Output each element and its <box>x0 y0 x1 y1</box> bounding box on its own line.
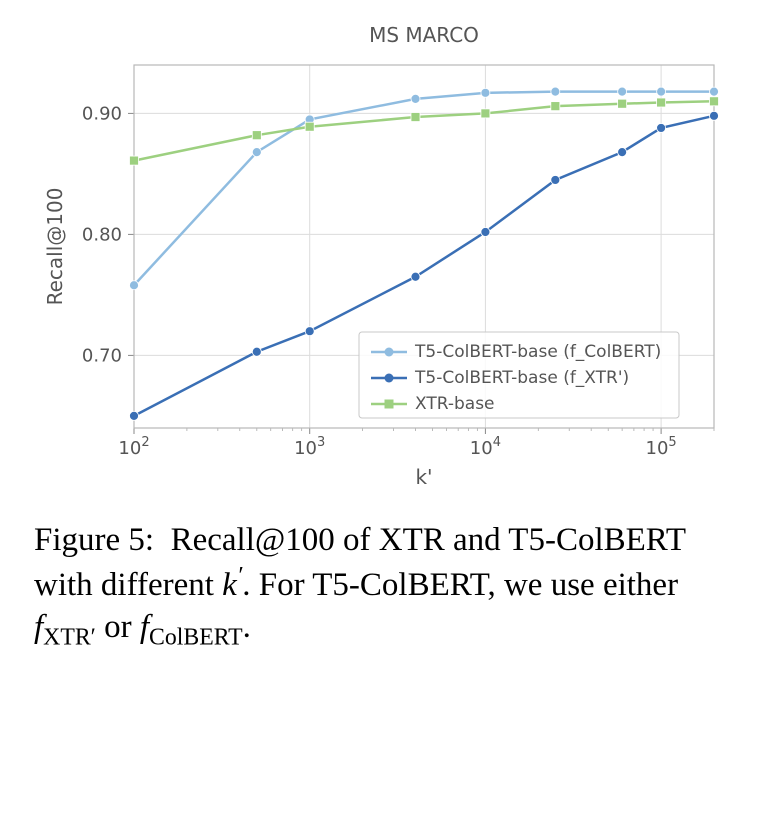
y-tick-label: 0.70 <box>82 345 122 366</box>
y-tick-label: 0.90 <box>82 103 122 124</box>
marker <box>252 148 261 157</box>
marker <box>481 88 490 97</box>
series-line-0 <box>134 92 714 286</box>
marker <box>481 227 490 236</box>
marker <box>252 131 261 140</box>
figure-number: Figure 5: <box>34 522 154 558</box>
marker <box>130 281 139 290</box>
legend-label-0: T5-ColBERT-base (f_ColBERT) <box>414 342 661 362</box>
chart-container: MS MARCO 0.70 0.80 0.90 102 103 104 105 k' Recall… <box>34 20 734 490</box>
y-tick-label: 0.80 <box>82 224 122 245</box>
caption-text-b: . For T5-ColBERT, we use ei­ther <box>242 567 678 603</box>
marker <box>657 98 666 107</box>
x-tick-label: 102 <box>118 435 149 459</box>
marker <box>305 327 314 336</box>
marker <box>411 113 420 122</box>
marker <box>618 87 627 96</box>
marker <box>130 156 139 165</box>
x-tick-label: 105 <box>646 435 677 459</box>
marker <box>305 122 314 131</box>
chart-title: MS MARCO <box>369 23 479 47</box>
legend-label-2: XTR-base <box>415 394 495 414</box>
marker <box>551 102 560 111</box>
x-tick-label: 103 <box>294 435 325 459</box>
figure-caption: Figure 5: Recall@100 of XTR and T5-ColBE… <box>34 520 734 653</box>
symbol-f1: f <box>34 609 43 645</box>
caption-text-d: . <box>243 609 251 645</box>
x-tick-label: 104 <box>470 435 501 459</box>
marker <box>252 347 261 356</box>
marker <box>411 94 420 103</box>
marker <box>710 111 719 120</box>
x-axis-label: k' <box>415 465 432 489</box>
caption-text-c: or <box>96 609 140 645</box>
marker <box>657 123 666 132</box>
marker <box>130 411 139 420</box>
symbol-colbert-sub: ColBERT <box>149 624 243 650</box>
line-chart: MS MARCO 0.70 0.80 0.90 102 103 104 105 k' Recall… <box>34 20 734 490</box>
symbol-k: k <box>222 567 237 603</box>
legend-label-1: T5-ColBERT-base (f_XTR') <box>414 368 629 388</box>
marker <box>710 87 719 96</box>
marker <box>710 97 719 106</box>
marker <box>618 99 627 108</box>
marker <box>551 87 560 96</box>
symbol-xtr-sub: XTR′ <box>43 624 96 650</box>
marker <box>481 109 490 118</box>
marker <box>618 148 627 157</box>
marker <box>411 272 420 281</box>
marker <box>657 87 666 96</box>
y-axis-label: Recall@100 <box>43 188 67 306</box>
marker <box>551 175 560 184</box>
symbol-f2: f <box>140 609 149 645</box>
